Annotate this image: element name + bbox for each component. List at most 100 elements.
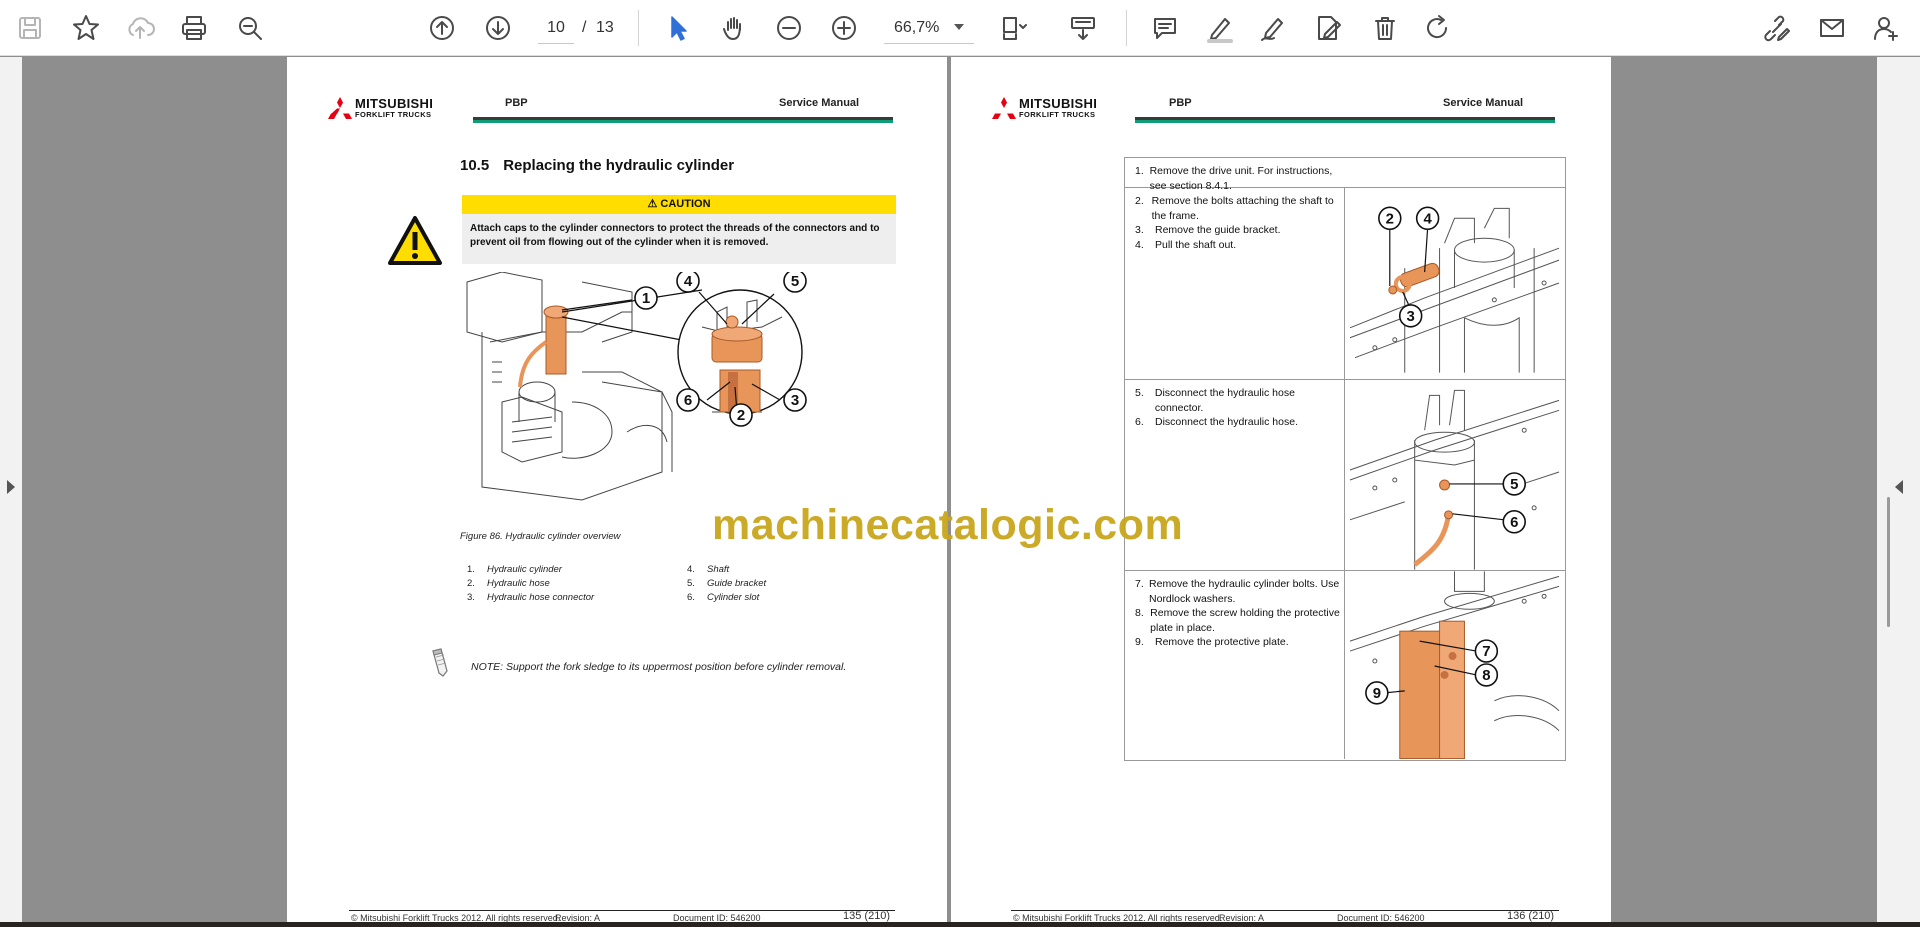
comment-icon bbox=[1154, 18, 1176, 39]
svg-text:2: 2 bbox=[737, 407, 745, 424]
three-diamonds-icon bbox=[328, 97, 352, 119]
hand-tool-button[interactable] bbox=[714, 8, 754, 48]
header-document: Service Manual bbox=[779, 97, 860, 109]
cloud-upload-icon bbox=[128, 17, 155, 39]
callout-3: 3 bbox=[1398, 304, 1423, 328]
share-button[interactable] bbox=[1757, 8, 1797, 48]
callout-4: 4 bbox=[1415, 206, 1440, 231]
step-text: 5. Disconnect the hydraulic hose connecto… bbox=[1135, 387, 1298, 428]
account-button[interactable] bbox=[1866, 8, 1906, 48]
toolbar-divider bbox=[638, 10, 639, 46]
footer-rule bbox=[1011, 910, 1559, 911]
footer-revision: Revision: A bbox=[1219, 913, 1265, 922]
logo-subtitle: FORKLIFT TRUCKS bbox=[1019, 110, 1096, 119]
print-button[interactable] bbox=[174, 8, 214, 48]
sign-button[interactable] bbox=[1308, 8, 1348, 48]
vertical-scrollbar[interactable] bbox=[1887, 497, 1890, 627]
note-text: NOTE: Support the fork sledge to its upp… bbox=[471, 661, 847, 673]
left-panel-toggle[interactable] bbox=[0, 57, 22, 922]
page-separator: / bbox=[582, 19, 587, 36]
callout-1: 1 bbox=[634, 286, 658, 310]
bookmark-button[interactable] bbox=[66, 8, 106, 48]
svg-text:7: 7 bbox=[1482, 643, 1490, 660]
header-document: Service Manual bbox=[1443, 97, 1524, 109]
select-tool-button[interactable] bbox=[658, 8, 698, 48]
step-text: 7. Remove the hydraulic cylinder bolts. U… bbox=[1135, 578, 1340, 648]
svg-text:2: 2 bbox=[1386, 210, 1394, 227]
zoom-search-icon bbox=[239, 17, 262, 40]
keyboard-down-icon bbox=[1071, 17, 1095, 40]
pen-draw-icon bbox=[1261, 18, 1283, 41]
logo-wordmark: MITSUBISHI bbox=[355, 96, 434, 111]
footer-page-number: 136 (210) bbox=[1507, 910, 1555, 922]
section-title: 10.5 Replacing the hydraulic cylinder bbox=[460, 157, 734, 174]
upload-button[interactable] bbox=[120, 8, 160, 48]
zoom-in-button[interactable] bbox=[824, 8, 864, 48]
footer-docid: Document ID: 546200 bbox=[1337, 913, 1425, 922]
toolbar-divider bbox=[1126, 10, 1127, 46]
arrow-up-circle-icon bbox=[430, 16, 454, 40]
save-button[interactable] bbox=[10, 8, 50, 48]
minus-circle-icon bbox=[777, 16, 801, 40]
delete-button[interactable] bbox=[1365, 8, 1405, 48]
svg-text:5: 5 bbox=[791, 273, 799, 290]
svg-text:3: 3 bbox=[791, 392, 799, 409]
save-icon bbox=[19, 17, 41, 39]
watermark: machinecatalogic.com bbox=[712, 501, 1184, 549]
email-button[interactable] bbox=[1812, 8, 1852, 48]
find-button[interactable] bbox=[230, 8, 270, 48]
header-product: PBP bbox=[1169, 97, 1192, 109]
svg-text:8: 8 bbox=[1482, 667, 1490, 684]
legend-item: 4. Shaft bbox=[687, 564, 730, 575]
callout-6: 6 bbox=[676, 388, 700, 412]
callout-5: 5 bbox=[783, 272, 807, 293]
svg-text:6: 6 bbox=[684, 392, 692, 409]
legend-item: 2. Hydraulic hose bbox=[467, 578, 550, 589]
scroll-mode-button[interactable] bbox=[1063, 8, 1103, 48]
table-row: 5. Disconnect the hydraulic hose connecto… bbox=[1125, 380, 1565, 571]
svg-text:3: 3 bbox=[1407, 308, 1415, 325]
caution-label: CAUTION bbox=[660, 198, 711, 210]
next-page-button[interactable] bbox=[478, 8, 518, 48]
svg-text:4: 4 bbox=[1423, 210, 1432, 227]
table-row: 7. Remove the hydraulic cylinder bolts. U… bbox=[1125, 571, 1565, 760]
hydraulic-cylinder-figure: 1 4 5 6 2 3 bbox=[466, 272, 807, 501]
highlight-button[interactable] bbox=[1200, 8, 1240, 48]
warning-small-icon: ⚠ bbox=[647, 198, 661, 210]
callout-7: 7 bbox=[1474, 639, 1499, 663]
legend-item: 3. Hydraulic hose connector bbox=[467, 592, 595, 603]
header-rule-green bbox=[1135, 120, 1555, 123]
header-product: PBP bbox=[505, 97, 528, 109]
comment-button[interactable] bbox=[1145, 8, 1185, 48]
redo-button[interactable] bbox=[1418, 8, 1458, 48]
legend-item: 1. Hydraulic cylinder bbox=[467, 564, 562, 575]
window-bottom-edge bbox=[0, 922, 1920, 927]
previous-page-button[interactable] bbox=[422, 8, 462, 48]
toolbar: 10 / 13 66,7% bbox=[0, 0, 1920, 56]
footer-docid: Document ID: 546200 bbox=[673, 913, 761, 922]
step-text: 2. Remove the bolts attaching the shaft t… bbox=[1135, 195, 1334, 251]
figure-legend-col1: 1. Hydraulic cylinder 2. Hydraulic hose 3.… bbox=[467, 563, 594, 605]
callout-5: 5 bbox=[1502, 472, 1526, 496]
callout-6: 6 bbox=[1502, 510, 1526, 534]
callout-9: 9 bbox=[1365, 681, 1389, 705]
pdf-page-left: MITSUBISHI FORKLIFT TRUCKS PBP Service M… bbox=[287, 57, 947, 922]
page-number-input[interactable]: 10 bbox=[538, 12, 574, 44]
three-diamonds-icon bbox=[992, 97, 1016, 119]
procedure-table: 1. Remove the drive unit. For instruction… bbox=[1124, 157, 1566, 761]
chevron-down-icon bbox=[954, 24, 964, 30]
warning-triangle-icon bbox=[388, 216, 442, 265]
svg-text:9: 9 bbox=[1373, 685, 1381, 702]
draw-button[interactable] bbox=[1253, 8, 1293, 48]
footer-copyright: © Mitsubishi Forklift Trucks 2012. All r… bbox=[351, 913, 561, 922]
trash-icon bbox=[1375, 17, 1395, 40]
right-panel-toggle[interactable] bbox=[1877, 57, 1920, 922]
figure-caption: Figure 86. Hydraulic cylinder overview bbox=[460, 531, 621, 542]
envelope-icon bbox=[1820, 19, 1844, 37]
legend-item: 6. Cylinder slot bbox=[687, 592, 760, 603]
page-fit-button[interactable] bbox=[993, 8, 1033, 48]
document-viewer[interactable]: MITSUBISHI FORKLIFT TRUCKS PBP Service M… bbox=[0, 57, 1920, 922]
zoom-out-button[interactable] bbox=[769, 8, 809, 48]
footer-page-number: 135 (210) bbox=[843, 910, 891, 922]
caution-header: ⚠ CAUTION bbox=[462, 195, 896, 214]
